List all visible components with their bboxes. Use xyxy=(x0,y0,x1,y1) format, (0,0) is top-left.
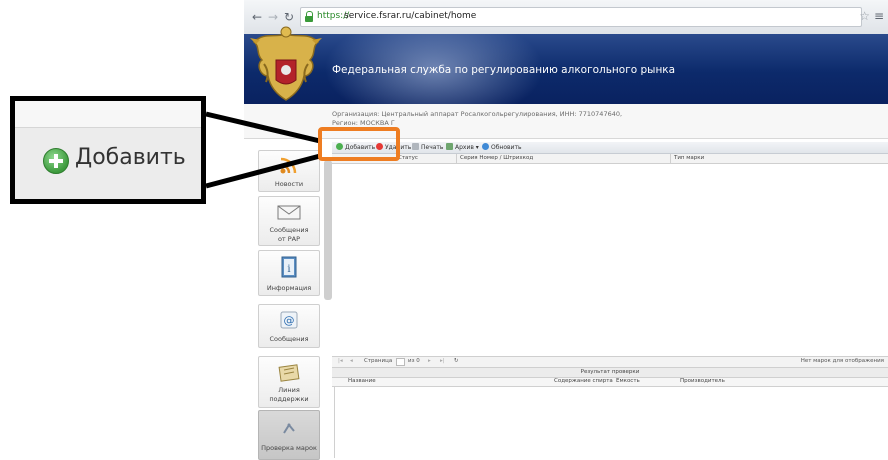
sidebar-item-messages[interactable]: @ Сообщения xyxy=(258,304,320,348)
browser-window: ← → ↻ https:// service.fsrar.ru/cabinet/… xyxy=(244,0,888,460)
grid-header: Статус Серия Номер / Штрихкод Тип марки xyxy=(332,154,888,164)
archive-label: Архив ▾ xyxy=(455,144,479,151)
bookmark-star-icon[interactable]: ☆ xyxy=(859,9,870,23)
sidebar: Новости Сообщения от РАР i Информация @ xyxy=(244,142,335,460)
archive-icon xyxy=(446,143,453,150)
site-title: Федеральная служба по регулированию алко… xyxy=(332,64,676,76)
archive-dropdown[interactable]: Архив ▾ xyxy=(446,143,479,152)
grid-body xyxy=(332,164,888,356)
check-marks-icon xyxy=(283,423,295,434)
grid-toolbar: Добавить Удалить Печать Архив ▾ Обновить xyxy=(332,142,888,154)
coat-of-arms-icon xyxy=(250,26,322,101)
support-icon xyxy=(278,364,300,382)
main-panel: Добавить Удалить Печать Архив ▾ Обновить… xyxy=(332,142,888,458)
printer-icon xyxy=(412,143,419,150)
results-title: Результат проверки xyxy=(332,368,888,378)
plus-icon xyxy=(43,148,69,174)
sidebar-item-label-2: поддержки xyxy=(269,395,309,403)
menu-icon[interactable]: ≡ xyxy=(874,9,884,23)
sidebar-item-label: Информация xyxy=(266,284,312,292)
sidebar-item-rar-messages[interactable]: Сообщения от РАР xyxy=(258,196,320,246)
empty-message: Нет марок для отображения xyxy=(800,358,884,364)
back-arrow-icon[interactable]: ← xyxy=(250,10,264,24)
sidebar-item-label-2: от РАР xyxy=(277,235,301,243)
first-page-icon[interactable]: |◂ xyxy=(338,358,343,364)
last-page-icon[interactable]: ▸| xyxy=(440,358,445,364)
prev-page-icon[interactable]: ◂ xyxy=(350,358,353,364)
lock-icon xyxy=(305,11,313,22)
column-header[interactable]: Тип марки xyxy=(674,155,704,161)
address-bar[interactable]: https:// service.fsrar.ru/cabinet/home xyxy=(300,7,862,27)
sidebar-scrollbar[interactable] xyxy=(324,160,332,300)
sidebar-item-news[interactable]: Новости xyxy=(258,150,320,192)
refresh-button[interactable]: Обновить xyxy=(482,143,521,152)
org-line: Организация: Центральный аппарат Росалко… xyxy=(332,110,623,118)
pager-refresh-icon[interactable]: ↻ xyxy=(454,358,459,364)
callout-label: Добавить xyxy=(75,145,186,170)
results-column-header[interactable]: Название xyxy=(348,378,376,384)
pager: |◂ ◂ Страница из 0 ▸ ▸| ↻ Нет марок для … xyxy=(332,356,888,368)
refresh-icon xyxy=(482,143,489,150)
print-button[interactable]: Печать xyxy=(412,143,443,152)
region-line: Регион: МОСКВА Г xyxy=(332,119,395,127)
rss-icon xyxy=(280,157,297,174)
highlight-frame xyxy=(318,127,400,161)
forward-arrow-icon[interactable]: → xyxy=(266,10,280,24)
svg-text:@: @ xyxy=(284,314,295,327)
at-sign-icon: @ xyxy=(280,311,298,329)
sidebar-item-label: Сообщения xyxy=(269,335,309,343)
results-header: Название Содержание спирта Емкость Произ… xyxy=(332,378,888,387)
results-column-header[interactable]: Содержание спирта xyxy=(554,378,613,384)
page-input[interactable] xyxy=(396,358,405,366)
next-page-icon[interactable]: ▸ xyxy=(428,358,431,364)
column-header[interactable]: Статус xyxy=(398,155,418,161)
results-column-header[interactable]: Емкость xyxy=(616,378,640,384)
sidebar-item-check-marks[interactable]: Проверка марок xyxy=(258,410,320,460)
sidebar-item-label: Проверка марок xyxy=(261,444,317,452)
reload-icon[interactable]: ↻ xyxy=(282,10,296,24)
sidebar-item-info[interactable]: i Информация xyxy=(258,250,320,296)
sidebar-item-label: Новости xyxy=(274,180,304,188)
results-column-header[interactable]: Производитель xyxy=(680,378,725,384)
sidebar-item-label: Линия xyxy=(278,386,300,394)
refresh-button-label: Обновить xyxy=(491,144,522,151)
svg-text:i: i xyxy=(287,264,290,275)
site-banner: Федеральная служба по регулированию алко… xyxy=(244,34,888,104)
url-host: service.fsrar.ru/cabinet/home xyxy=(344,11,477,21)
sidebar-item-label: Сообщения xyxy=(269,226,309,234)
column-header[interactable]: Серия Номер / Штрихкод xyxy=(460,155,533,161)
zoom-callout: Добавить xyxy=(10,96,206,204)
browser-toolbar: ← → ↻ https:// service.fsrar.ru/cabinet/… xyxy=(244,0,888,35)
envelope-icon xyxy=(277,205,301,220)
print-button-label: Печать xyxy=(421,144,444,151)
info-book-icon: i xyxy=(281,256,297,278)
sidebar-item-support[interactable]: Линия поддержки xyxy=(258,356,320,408)
page-of-label: из 0 xyxy=(408,358,420,364)
page-label: Страница xyxy=(364,358,393,364)
